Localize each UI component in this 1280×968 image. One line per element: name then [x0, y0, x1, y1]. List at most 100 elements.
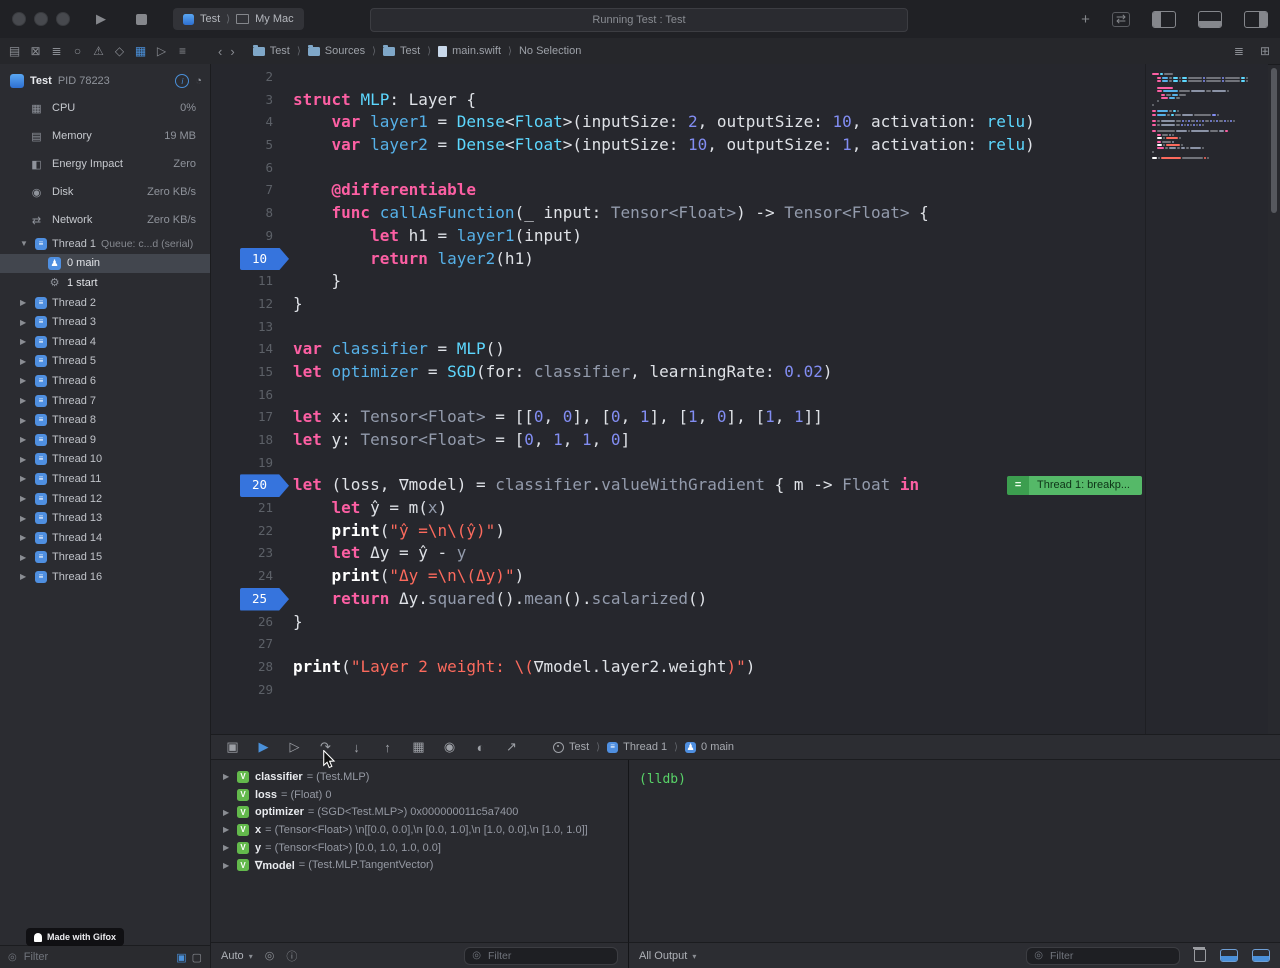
show-variables-pane-icon[interactable]: [1220, 949, 1238, 962]
breadcrumb-item[interactable]: Test: [253, 45, 290, 57]
code-line[interactable]: 4 var layer1 = Dense<Float>(inputSize: 2…: [211, 111, 1145, 134]
code-line[interactable]: 9 let h1 = layer1(input): [211, 225, 1145, 248]
line-number-gutter[interactable]: 21: [211, 497, 289, 520]
breakpoint-annotation[interactable]: =Thread 1: breakp...: [1007, 476, 1142, 495]
disclosure-triangle[interactable]: ▶: [20, 474, 30, 483]
code-review-icon[interactable]: ⇄: [1112, 12, 1130, 27]
line-number-gutter[interactable]: 17: [211, 406, 289, 429]
variables-filter-input[interactable]: [486, 949, 610, 963]
thread-1-row[interactable]: ▼ Thread 1 Queue: c...d (serial): [0, 234, 210, 254]
stack-frame-row[interactable]: ⚙1 start: [0, 273, 210, 293]
disclosure-triangle[interactable]: ▶: [223, 825, 233, 834]
line-number-gutter[interactable]: 16: [211, 384, 289, 407]
thread-row[interactable]: ▶Thread 15: [0, 548, 210, 568]
run-button[interactable]: ▶: [96, 11, 106, 27]
code-line[interactable]: 14var classifier = MLP(): [211, 338, 1145, 361]
adjust-editor-options-icon[interactable]: ≣: [1234, 44, 1244, 58]
line-number-gutter[interactable]: 29: [211, 679, 289, 702]
variable-row[interactable]: ▶Vx= (Tensor<Float>) \n[[0.0, 0.0],\n [0…: [211, 821, 628, 839]
thread-row[interactable]: ▶Thread 12: [0, 489, 210, 509]
process-row[interactable]: Test PID 78223 i ◔: [0, 64, 210, 94]
line-number-gutter[interactable]: 28: [211, 656, 289, 679]
line-number-gutter[interactable]: 27: [211, 633, 289, 656]
disclosure-triangle[interactable]: ▶: [223, 772, 233, 781]
zoom-button[interactable]: [56, 12, 70, 26]
output-selector[interactable]: All Output ▾: [639, 950, 696, 962]
disclosure-triangle[interactable]: ▶: [20, 435, 30, 444]
stack-frame-row[interactable]: 0 main: [0, 254, 210, 274]
activate-breakpoints-icon[interactable]: ▶: [256, 739, 271, 755]
thread-row[interactable]: ▶Thread 16: [0, 567, 210, 587]
console-filter-field[interactable]: ◎: [1026, 947, 1180, 965]
hide-navigator-icon[interactable]: [1152, 11, 1176, 28]
show-console-pane-icon[interactable]: [1252, 949, 1270, 962]
disclosure-triangle[interactable]: ▶: [20, 572, 30, 581]
code-line[interactable]: 19: [211, 452, 1145, 475]
disclosure-triangle[interactable]: ▶: [20, 298, 30, 307]
disclosure-triangle[interactable]: ▶: [20, 396, 30, 405]
code-line[interactable]: 6: [211, 157, 1145, 180]
debug-navigator-icon[interactable]: ▦: [134, 44, 147, 58]
line-number-gutter[interactable]: 13: [211, 316, 289, 339]
code-line[interactable]: 12}: [211, 293, 1145, 316]
report-navigator-icon[interactable]: ≡: [176, 44, 189, 58]
disclosure-triangle[interactable]: ▶: [20, 494, 30, 503]
thread-row[interactable]: ▶Thread 9: [0, 430, 210, 450]
line-number-gutter[interactable]: 12: [211, 293, 289, 316]
hide-debug-area-icon[interactable]: ▣: [225, 739, 240, 755]
disclosure-triangle[interactable]: ▶: [20, 514, 30, 523]
code-line[interactable]: 2: [211, 66, 1145, 89]
breakpoint-navigator-icon[interactable]: ▷: [155, 44, 168, 58]
code-line[interactable]: 24 print("Δy =\n\(Δy)"): [211, 565, 1145, 588]
disclosure-triangle[interactable]: ▶: [20, 553, 30, 562]
breadcrumb-item[interactable]: Test: [383, 45, 420, 57]
line-number-gutter[interactable]: 19: [211, 452, 289, 475]
line-number-gutter[interactable]: 8: [211, 202, 289, 225]
disclosure-triangle[interactable]: ▶: [20, 376, 30, 385]
code-line[interactable]: 16: [211, 384, 1145, 407]
code-line[interactable]: 25 return Δy.squared().mean().scalarized…: [211, 588, 1145, 611]
line-number-gutter[interactable]: 26: [211, 611, 289, 634]
console-filter-input[interactable]: [1048, 949, 1172, 963]
continue-execution-icon[interactable]: ▷: [287, 739, 302, 755]
issue-navigator-icon[interactable]: ⚠: [92, 44, 105, 58]
line-number-gutter[interactable]: 15: [211, 361, 289, 384]
line-number-gutter[interactable]: 11: [211, 270, 289, 293]
breadcrumb-item[interactable]: No Selection: [519, 45, 581, 57]
code-line[interactable]: 29: [211, 679, 1145, 702]
thread-row[interactable]: ▶Thread 6: [0, 371, 210, 391]
add-editor-icon[interactable]: ⊞: [1260, 44, 1270, 58]
symbol-navigator-icon[interactable]: ≣: [50, 44, 63, 58]
line-number-gutter[interactable]: 7: [211, 179, 289, 202]
line-number-gutter[interactable]: 18: [211, 429, 289, 452]
disclosure-triangle[interactable]: ▶: [20, 357, 30, 366]
quicklook-info-icon[interactable]: ⓘ: [286, 948, 297, 964]
stop-button[interactable]: [136, 14, 147, 25]
source-control-navigator-icon[interactable]: ⊠: [29, 44, 42, 58]
line-number-gutter[interactable]: 14: [211, 338, 289, 361]
view-mode-icon[interactable]: ▢: [192, 951, 202, 964]
debug-breadcrumb-item[interactable]: 0 main: [685, 741, 734, 753]
back-button[interactable]: ‹: [218, 44, 222, 59]
code-line[interactable]: 5 var layer2 = Dense<Float>(inputSize: 1…: [211, 134, 1145, 157]
line-number-gutter[interactable]: 2: [211, 66, 289, 89]
breakpoint-marker[interactable]: 20: [240, 474, 289, 497]
line-number-gutter[interactable]: 9: [211, 225, 289, 248]
code-line[interactable]: 26}: [211, 611, 1145, 634]
code-line[interactable]: 18let y: Tensor<Float> = [0, 1, 1, 0]: [211, 429, 1145, 452]
code-line[interactable]: 17let x: Tensor<Float> = [[0, 0], [0, 1]…: [211, 406, 1145, 429]
variable-row[interactable]: ▶V∇model= (Test.MLP.TangentVector): [211, 856, 628, 874]
thread-row[interactable]: ▶Thread 14: [0, 528, 210, 548]
line-number-gutter[interactable]: 3: [211, 89, 289, 112]
disclosure-triangle[interactable]: ▶: [20, 416, 30, 425]
debug-breadcrumb-item[interactable]: Test: [553, 741, 589, 753]
scope-selector[interactable]: Auto ▾: [221, 950, 253, 962]
line-number-gutter[interactable]: 6: [211, 157, 289, 180]
code-line[interactable]: 7 @differentiable: [211, 179, 1145, 202]
code-line[interactable]: 3struct MLP: Layer {: [211, 89, 1145, 112]
line-number-gutter[interactable]: 4: [211, 111, 289, 134]
source-editor[interactable]: 23struct MLP: Layer {4 var layer1 = Dens…: [211, 64, 1145, 734]
library-add-icon[interactable]: +: [1081, 11, 1090, 28]
breadcrumb-item[interactable]: main.swift: [438, 45, 501, 57]
thread-row[interactable]: ▶Thread 5: [0, 352, 210, 372]
